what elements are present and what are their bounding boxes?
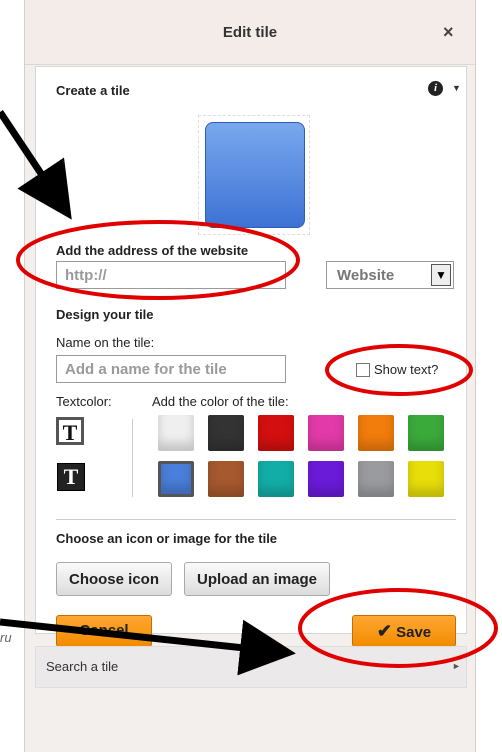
annotation-circle-save (298, 588, 498, 668)
annotation-arrow-save (0, 618, 296, 676)
annotation-circle-address (16, 220, 300, 300)
annotation-circle-show-text (325, 344, 473, 396)
annotation-arrow-address (0, 110, 72, 220)
annotation-overlay (0, 110, 498, 676)
